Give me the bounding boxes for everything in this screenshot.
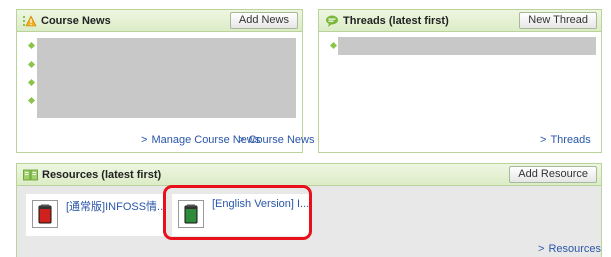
news-bullet-icon <box>27 60 36 69</box>
book-icon <box>32 200 58 228</box>
highlight-annotation <box>163 185 312 240</box>
course-news-title: Course News <box>41 14 111 27</box>
news-bullet-icon <box>27 41 36 50</box>
news-icon <box>23 14 37 27</box>
threads-header: Threads (latest first) New Thread <box>319 10 601 32</box>
resources-header: Resources (latest first) Add Resource <box>17 164 601 186</box>
threads-panel: Threads (latest first) New Thread > Threa… <box>318 9 602 153</box>
resource-item[interactable]: [通常版]INFOSS情... <box>26 194 166 236</box>
news-items-redacted <box>37 38 296 118</box>
resources-link[interactable]: > Resources <box>538 243 601 255</box>
threads-link[interactable]: > Threads <box>540 134 591 146</box>
resources-title: Resources (latest first) <box>42 168 162 181</box>
new-thread-button[interactable]: New Thread <box>519 12 597 29</box>
course-news-panel: Course News Add News > Manage Course News… <box>16 9 314 153</box>
add-news-button[interactable]: Add News <box>229 12 298 29</box>
course-news-link[interactable]: > Course News <box>238 134 314 146</box>
news-bullet-icon <box>27 96 36 105</box>
threads-title: Threads (latest first) <box>343 14 449 27</box>
thread-bullet-icon <box>329 41 338 50</box>
resources-icon <box>23 169 38 181</box>
thread-items-redacted <box>338 37 596 55</box>
course-news-header: Course News Add News <box>17 10 302 32</box>
add-resource-button[interactable]: Add Resource <box>509 166 597 183</box>
speech-bubble-icon <box>325 15 339 27</box>
news-bullet-icon <box>27 78 36 87</box>
resource-item-label[interactable]: [通常版]INFOSS情... <box>66 198 166 214</box>
